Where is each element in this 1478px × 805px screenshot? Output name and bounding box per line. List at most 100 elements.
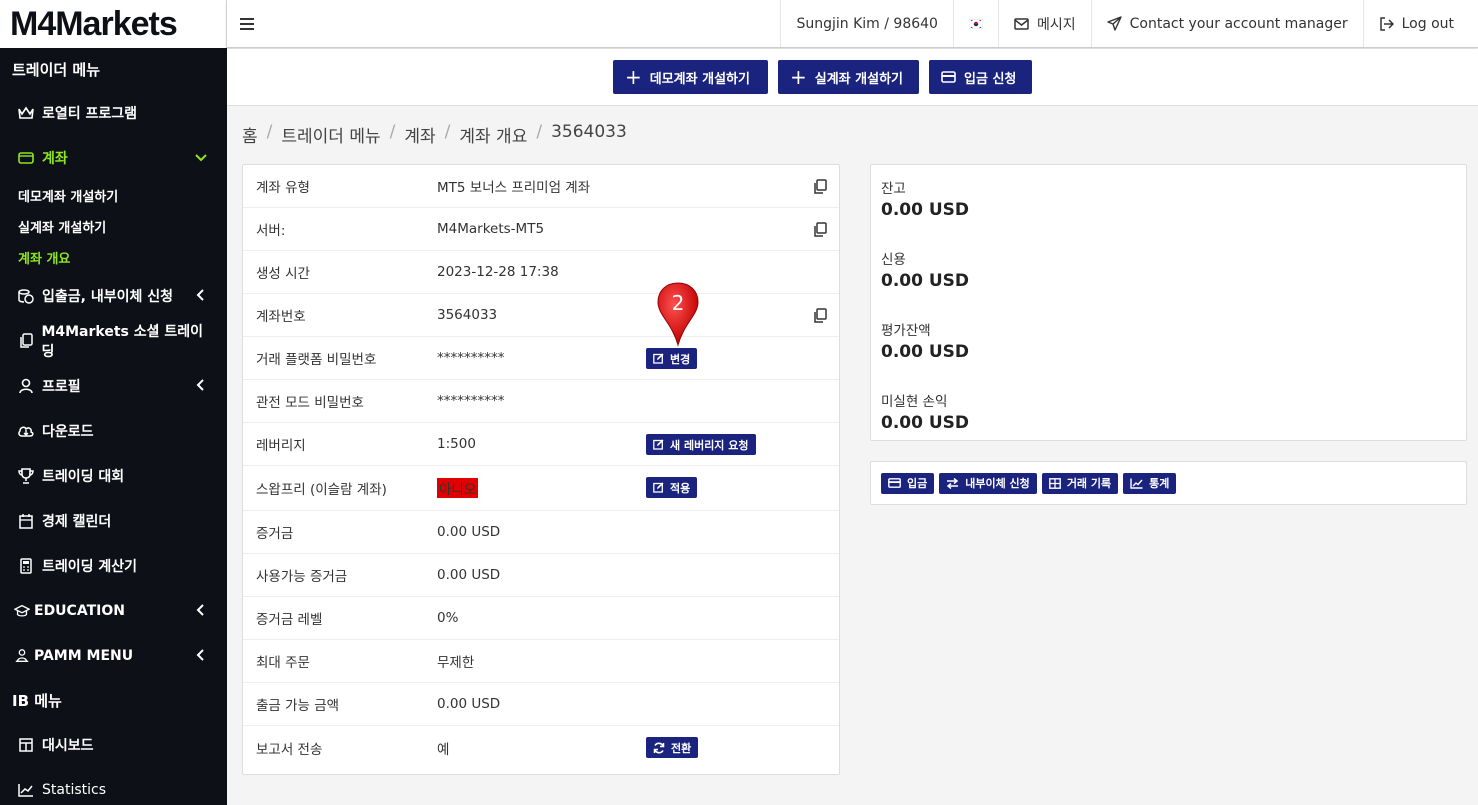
user-account-label[interactable]: Sungjin Kim / 98640	[780, 0, 952, 47]
sidebar-item-profile[interactable]: 프로필	[0, 363, 227, 408]
balance-card: 잔고 0.00 USD 신용 0.00 USD 평가잔액 0.00 USD 미실…	[870, 164, 1467, 441]
refresh-icon	[653, 742, 665, 753]
sidebar-item-contest[interactable]: 트레이딩 대회	[0, 453, 227, 498]
row-value: 0%	[437, 610, 459, 626]
sidebar-sub-demo[interactable]: 데모계좌 개설하기	[0, 180, 227, 211]
sidebar-item-calculator[interactable]: 트레이딩 계산기	[0, 543, 227, 588]
swap-free-status: 아니오	[437, 478, 479, 498]
sidebar-item-label: 로열티 프로그램	[42, 105, 138, 122]
row-value: 0.00 USD	[437, 567, 501, 583]
report-status: 예	[437, 741, 450, 758]
row-value: 무제한	[437, 655, 475, 671]
deposit-request-button[interactable]: 입금 신청	[929, 60, 1032, 94]
chevron-left-icon	[196, 649, 204, 661]
coins-icon	[18, 288, 34, 304]
sidebar-item-download[interactable]: 다운로드	[0, 408, 227, 453]
chevron-left-icon	[196, 604, 204, 616]
language-flag-icon[interactable]	[952, 0, 998, 47]
request-leverage-button[interactable]: 새 레버리지 요청	[646, 434, 756, 455]
copy-icon	[18, 332, 33, 349]
row-value: **********	[437, 350, 505, 366]
statistics-button[interactable]: 통계	[1123, 472, 1177, 494]
balance-value: 0.00 USD	[881, 200, 970, 220]
row-key: 사용가능 증거금	[256, 569, 348, 585]
sidebar-item-deposit[interactable]: 입출금, 내부이체 신청	[0, 273, 227, 318]
hamburger-menu-icon[interactable]	[227, 0, 267, 47]
apply-swap-free-button[interactable]: 적용	[646, 477, 698, 498]
sidebar-item-calendar[interactable]: 경제 캘린더	[0, 498, 227, 543]
breadcrumb-account[interactable]: 계좌	[404, 122, 435, 147]
trade-history-label: 거래 기록	[1066, 477, 1112, 490]
open-demo-account-button[interactable]: + 데모계좌 개설하기	[613, 60, 768, 94]
row-key: 보고서 전송	[256, 741, 323, 758]
deposit-button[interactable]: 입금	[881, 472, 935, 494]
table-row: 거래 플랫폼 비밀번호 ********** 변경	[243, 337, 839, 380]
row-key: 서버:	[256, 223, 286, 239]
logout-link[interactable]: Log out	[1362, 0, 1478, 47]
marker-number: 2	[672, 291, 685, 315]
sidebar: M4Markets 트레이더 메뉴 로열티 프로그램 계좌 데모계좌 개설하기 …	[0, 0, 227, 805]
row-value: 1:500	[437, 436, 476, 452]
copy-icon[interactable]	[813, 222, 827, 237]
sidebar-item-label: EDUCATION	[34, 602, 125, 619]
internal-transfer-button[interactable]: 내부이체 신청	[939, 472, 1037, 494]
table-row: 보고서 전송 예 전환	[243, 726, 839, 769]
open-live-account-button[interactable]: + 실계좌 개설하기	[778, 60, 919, 94]
breadcrumb-home[interactable]: 홈	[242, 122, 258, 147]
credit-card-icon	[941, 71, 956, 83]
calendar-icon	[18, 513, 34, 529]
sidebar-item-education[interactable]: EDUCATION	[0, 588, 227, 633]
table-row: 출금 가능 금액 0.00 USD	[243, 683, 839, 726]
copy-icon[interactable]	[813, 179, 827, 194]
row-value: 3564033	[437, 307, 498, 323]
table-row: 최대 주문 무제한	[243, 640, 839, 683]
sidebar-item-account[interactable]: 계좌	[0, 135, 227, 180]
table-row: 증거금 레벨 0%	[243, 597, 839, 640]
dashboard-icon	[18, 737, 34, 753]
account-info-card: 계좌 유형 MT5 보너스 프리미엄 계좌 서버: M4Markets-MT5 …	[242, 164, 840, 775]
sidebar-item-label: 다운로드	[42, 423, 94, 440]
table-row: 계좌번호 3564033	[243, 294, 839, 337]
breadcrumb-trader-menu[interactable]: 트레이더 메뉴	[281, 122, 380, 147]
table-row: 증거금 0.00 USD	[243, 511, 839, 554]
sidebar-sub-overview[interactable]: 계좌 개요	[0, 242, 227, 273]
logout-label: Log out	[1401, 15, 1454, 32]
statistics-label: 통계	[1149, 477, 1170, 490]
open-demo-label: 데모계좌 개설하기	[649, 71, 750, 87]
credit-value: 0.00 USD	[881, 271, 970, 291]
contact-manager-link[interactable]: Contact your account manager	[1090, 0, 1363, 47]
sidebar-item-label: 입출금, 내부이체 신청	[42, 288, 173, 305]
messages-link[interactable]: 메시지	[997, 0, 1091, 47]
trade-history-button[interactable]: 거래 기록	[1041, 472, 1119, 494]
leverage-label: 새 레버리지 요청	[670, 438, 749, 452]
sidebar-item-pamm[interactable]: PAMM MENU	[0, 633, 227, 678]
table-icon	[1048, 477, 1061, 489]
row-key: 스왑프리 (이슬람 계좌)	[256, 482, 387, 498]
switch-report-button[interactable]: 전환	[646, 737, 699, 758]
graduation-cap-icon	[14, 603, 30, 619]
row-value: M4Markets-MT5	[437, 221, 545, 237]
row-value: 2023-12-28 17:38	[437, 264, 559, 280]
change-password-button[interactable]: 변경	[646, 348, 698, 369]
sidebar-sub-live[interactable]: 실계좌 개설하기	[0, 211, 227, 242]
sidebar-item-social[interactable]: M4Markets 소셜 트레이딩	[0, 318, 227, 363]
logo[interactable]: M4Markets	[0, 0, 227, 48]
edit-icon	[653, 353, 664, 364]
unrealized-pnl-label: 미실현 손익	[881, 394, 948, 410]
row-value: 0.00 USD	[437, 696, 501, 712]
sidebar-item-statistics[interactable]: Statistics	[0, 767, 227, 805]
copy-icon[interactable]	[813, 308, 827, 323]
messages-label: 메시지	[1036, 16, 1076, 33]
edit-icon	[653, 439, 664, 450]
deposit-request-label: 입금 신청	[964, 71, 1017, 87]
sidebar-item-dashboard[interactable]: 대시보드	[0, 722, 227, 767]
breadcrumb-overview[interactable]: 계좌 개요	[459, 122, 527, 147]
paper-plane-icon	[1106, 16, 1122, 31]
sidebar-item-loyalty[interactable]: 로열티 프로그램	[0, 90, 227, 135]
sidebar-item-label: 트레이딩 대회	[42, 468, 125, 485]
row-key: 레버리지	[256, 438, 306, 454]
breadcrumb: 홈 / 트레이더 메뉴 / 계좌 / 계좌 개요/ 3564033	[242, 122, 627, 147]
crown-icon	[18, 105, 34, 121]
row-key: 증거금	[256, 526, 294, 542]
row-key: 생성 시간	[256, 266, 310, 282]
